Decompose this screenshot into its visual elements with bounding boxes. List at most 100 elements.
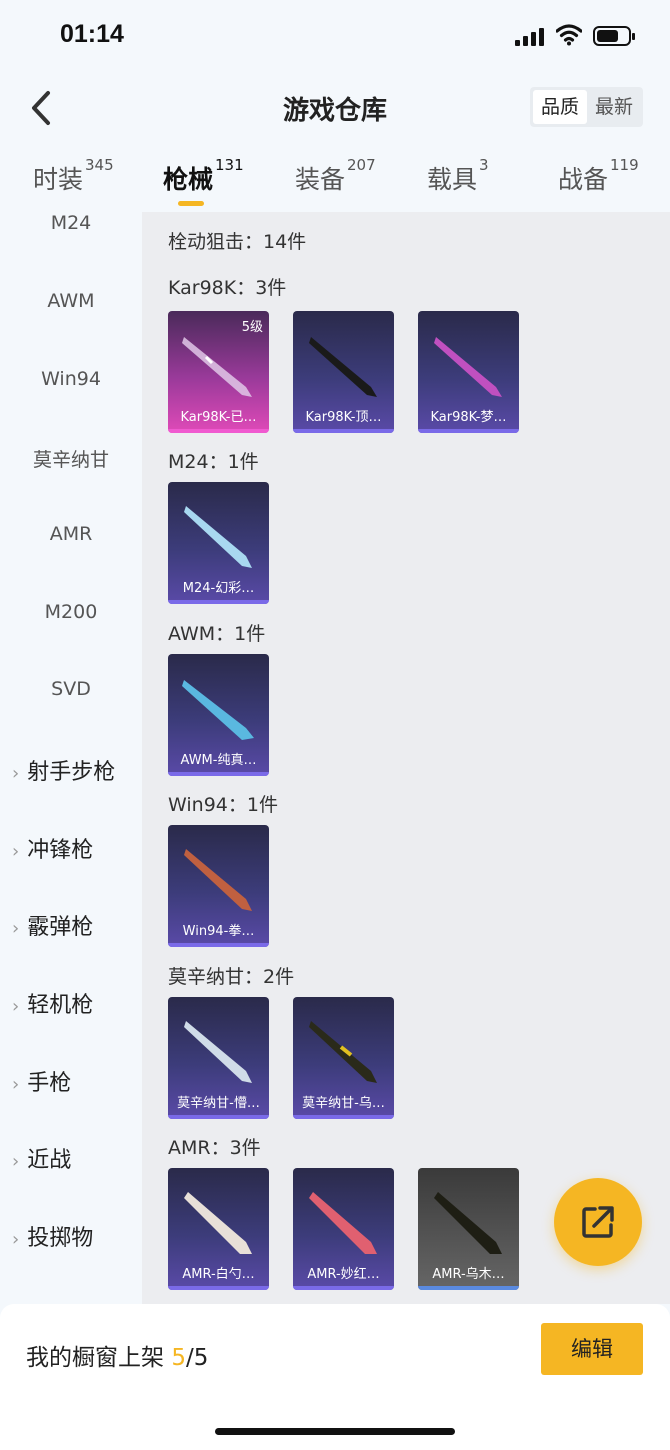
group-title: AWM：1件: [168, 623, 266, 645]
item-label: Kar98K-顶…: [305, 410, 382, 425]
item-card[interactable]: AMR-白勺…: [168, 1168, 269, 1290]
chevron-right-icon: ›: [12, 1151, 20, 1172]
rifle-icon: [309, 1192, 377, 1254]
item-card[interactable]: 5级 Kar98K-已…: [168, 311, 269, 433]
sidebar-category-label: 投掷物: [27, 1226, 94, 1251]
sort-newest-button[interactable]: 最新: [588, 90, 640, 124]
tab-count: 3: [479, 156, 489, 174]
rifle-icon: [184, 1192, 252, 1254]
tab-count: 131: [215, 156, 244, 174]
item-card[interactable]: AWM-纯真…: [168, 654, 269, 776]
sidebar-category-lmg[interactable]: › 轻机枪: [12, 987, 93, 1019]
item-label: 莫辛纳甘-懵…: [177, 1096, 260, 1111]
sidebar-category-label: 近战: [27, 1148, 72, 1173]
home-indicator: [215, 1428, 455, 1435]
edit-button[interactable]: 编辑: [541, 1323, 643, 1375]
group-title: M24：1件: [168, 451, 259, 473]
item-grid: 栓动狙击：14件 Kar98K：3件 5级 Kar98K-已… Kar98K-顶…: [142, 212, 670, 1304]
section-header: 栓动狙击：14件: [168, 231, 307, 253]
sort-toggle: 品质 最新: [530, 87, 643, 127]
tab-equipment[interactable]: 装备 207: [295, 156, 376, 196]
sidebar-category-label: 射手步枪: [27, 760, 116, 785]
sidebar-item-m24[interactable]: M24: [0, 212, 142, 234]
wifi-icon: [556, 24, 582, 46]
sidebar-item-win94[interactable]: Win94: [0, 368, 142, 390]
shelf-total: /5: [185, 1345, 209, 1371]
item-card[interactable]: 莫辛纳甘-乌…: [293, 997, 394, 1119]
battery-icon: [593, 26, 635, 46]
chevron-right-icon: ›: [12, 763, 20, 784]
chevron-right-icon: ›: [12, 1229, 20, 1250]
item-label: AMR-乌木…: [432, 1267, 505, 1282]
bottom-bar: 我的橱窗上架 5/5 编辑: [0, 1304, 670, 1450]
signal-icon: [515, 28, 545, 46]
group-title: AMR：3件: [168, 1137, 261, 1159]
category-tabs: 时装 345 枪械 131 装备 207 载具 3 战备 119: [0, 150, 670, 212]
sidebar: M24 AWM Win94 莫辛纳甘 AMR M200 SVD › 射手步枪 › 冲…: [0, 212, 142, 1304]
tab-vehicles[interactable]: 载具 3: [427, 156, 489, 196]
sidebar-item-mosin[interactable]: 莫辛纳甘: [0, 445, 142, 472]
sidebar-category-melee[interactable]: › 近战: [12, 1142, 71, 1174]
rifle-icon: [184, 1021, 252, 1083]
chevron-right-icon: ›: [12, 996, 20, 1017]
share-icon: [582, 1206, 614, 1238]
rifle-icon: [309, 1021, 377, 1083]
rifle-icon: [182, 337, 252, 397]
sidebar-category-label: 轻机枪: [27, 993, 94, 1018]
item-card[interactable]: AMR-妙红…: [293, 1168, 394, 1290]
tab-label: 载具: [427, 165, 478, 194]
sidebar-category-label: 手枪: [27, 1071, 72, 1096]
item-label: Kar98K-梦…: [430, 410, 507, 425]
item-card[interactable]: Win94-拳…: [168, 825, 269, 947]
rifle-icon: [182, 680, 254, 740]
group-title: 莫辛纳甘：2件: [168, 966, 295, 988]
active-tab-indicator: [178, 201, 204, 206]
rifle-icon: [434, 337, 502, 397]
sidebar-category-smg[interactable]: › 冲锋枪: [12, 832, 93, 864]
sidebar-category-dmr[interactable]: › 射手步枪: [12, 754, 115, 786]
chevron-right-icon: ›: [12, 918, 20, 939]
status-time: 01:14: [60, 20, 124, 48]
sidebar-item-svd[interactable]: SVD: [0, 678, 142, 700]
shelf-count: 5: [171, 1345, 186, 1371]
rifle-icon: [184, 849, 252, 911]
sidebar-category-label: 冲锋枪: [27, 838, 94, 863]
tab-count: 207: [347, 156, 376, 174]
item-label: M24-幻彩…: [182, 581, 255, 596]
sort-quality-button[interactable]: 品质: [533, 90, 587, 124]
item-card[interactable]: Kar98K-顶…: [293, 311, 394, 433]
item-label: AWM-纯真…: [180, 753, 257, 768]
nav-bar: 游戏仓库 品质 最新: [0, 72, 670, 142]
item-label: Kar98K-已…: [180, 410, 257, 425]
sidebar-item-awm[interactable]: AWM: [0, 290, 142, 312]
share-button[interactable]: [554, 1178, 642, 1266]
rifle-icon: [184, 506, 252, 568]
sidebar-item-m200[interactable]: M200: [0, 601, 142, 623]
tab-supplies[interactable]: 战备 119: [558, 156, 639, 196]
tab-count: 345: [85, 156, 114, 174]
tab-label: 装备: [295, 165, 346, 194]
sidebar-category-throwable[interactable]: › 投掷物: [12, 1220, 93, 1252]
tab-label: 时装: [33, 165, 84, 194]
tab-guns[interactable]: 枪械 131: [163, 156, 244, 196]
chevron-right-icon: ›: [12, 841, 20, 862]
sidebar-item-amr[interactable]: AMR: [0, 523, 142, 545]
sidebar-category-shotgun[interactable]: › 霰弹枪: [12, 909, 93, 941]
tab-fashion[interactable]: 时装 345: [33, 156, 114, 196]
item-card[interactable]: 莫辛纳甘-懵…: [168, 997, 269, 1119]
item-label: Win94-拳…: [182, 924, 255, 939]
item-card[interactable]: AMR-乌木…: [418, 1168, 519, 1290]
item-level: 5级: [241, 320, 263, 335]
chevron-right-icon: ›: [12, 1074, 20, 1095]
shelf-status: 我的橱窗上架 5/5: [26, 1338, 208, 1372]
tab-label: 枪械: [163, 165, 214, 194]
sidebar-category-label: 霰弹枪: [27, 915, 94, 940]
sidebar-category-pistol[interactable]: › 手枪: [12, 1065, 71, 1097]
item-card[interactable]: M24-幻彩…: [168, 482, 269, 604]
group-title: Win94：1件: [168, 794, 278, 816]
item-label: 莫辛纳甘-乌…: [302, 1096, 385, 1111]
tab-label: 战备: [558, 165, 609, 194]
item-card[interactable]: Kar98K-梦…: [418, 311, 519, 433]
status-bar: 01:14: [0, 0, 670, 72]
item-label: AMR-白勺…: [182, 1267, 255, 1282]
